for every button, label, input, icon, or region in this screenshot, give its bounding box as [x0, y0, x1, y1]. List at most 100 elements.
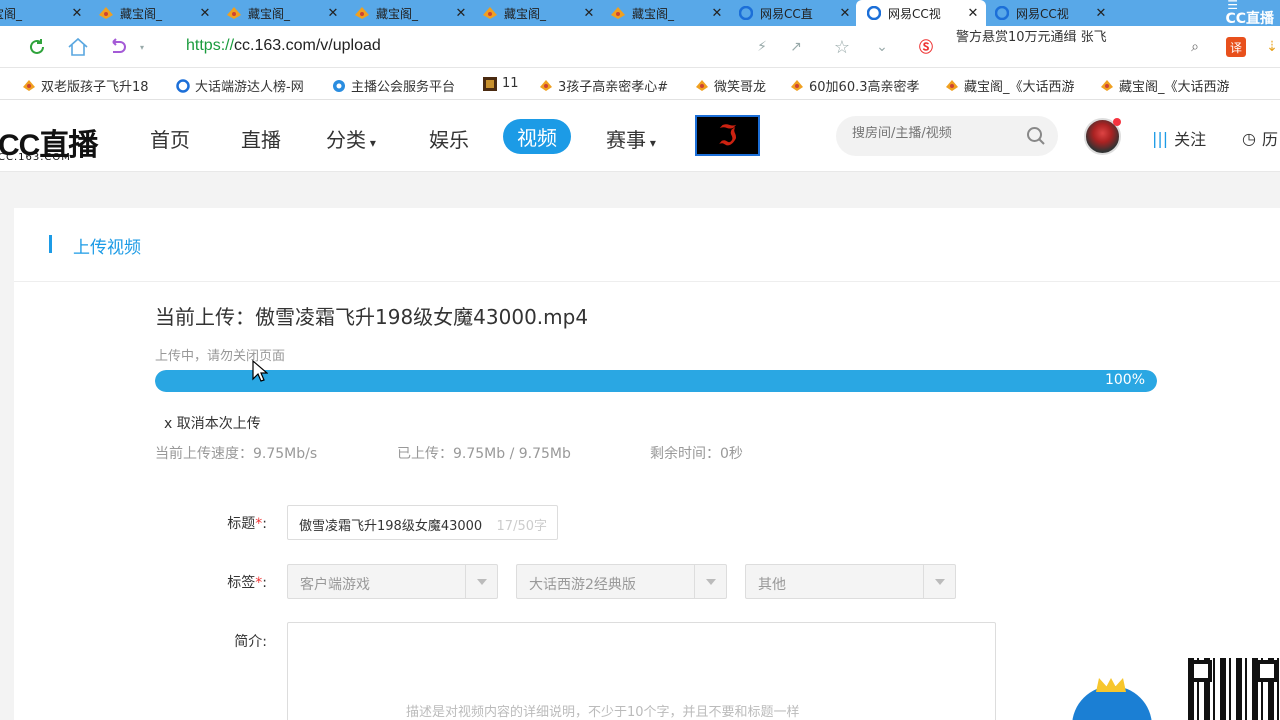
search-box[interactable]: [836, 116, 1058, 156]
nav-video[interactable]: 视频: [503, 119, 571, 154]
sogou-icon[interactable]: Ⓢ: [916, 37, 936, 57]
chevron-down-icon[interactable]: ⌄: [872, 37, 892, 57]
browser-tab[interactable]: 藏宝阁_ ✕: [216, 0, 346, 26]
treasure-icon: [1100, 79, 1114, 93]
cc-icon: [738, 6, 754, 20]
bookmark-item[interactable]: 藏宝阁_《大话西游: [945, 76, 1075, 95]
tags-label-text: 标签: [227, 575, 256, 591]
browser-tab[interactable]: 藏宝阁_ ✕: [88, 0, 218, 26]
upload-card-header: 上传视频: [14, 208, 1280, 282]
browser-tab[interactable]: 网易CC视 ✕: [984, 0, 1114, 26]
upload-progress-fill: [155, 370, 1157, 392]
site-header: CC直播 CC.163.COM 首页 直播 分类 ▾ 娱乐 视频 赛事 ▾ ℑ …: [0, 100, 1280, 172]
browser-tab-strip: 网易CC视 ✕ 网易CC视 ✕ 网易CC直 ✕ 藏宝阁_ ✕ 藏宝阁_ ✕ 藏宝阁_ ✕ 藏宝阁_ ✕ 藏宝…: [0, 0, 1280, 26]
qr-code-icon[interactable]: [1188, 658, 1280, 720]
star-icon[interactable]: ☆: [832, 37, 852, 58]
treasure-icon: [226, 6, 242, 20]
url-path: cc.163.com/v/upload: [234, 37, 381, 54]
close-tab-icon[interactable]: ✕: [1094, 6, 1108, 21]
close-tab-icon[interactable]: ✕: [198, 6, 212, 21]
browser-tab-title: 藏宝阁_: [632, 6, 675, 21]
browser-tab-title: 藏宝阁_: [504, 6, 547, 21]
url-field[interactable]: https://cc.163.com/v/upload: [186, 37, 381, 55]
close-tab-icon[interactable]: ✕: [710, 6, 724, 21]
bookmark-item[interactable]: 60加60.3高亲密孝: [790, 76, 920, 95]
close-tab-icon[interactable]: ✕: [838, 6, 852, 21]
bookmark-label: 3孩子高亲密孝心#: [558, 80, 669, 95]
title-field-label: 标题*:: [227, 516, 267, 532]
undo-icon[interactable]: [107, 36, 129, 58]
treasure-icon: [945, 79, 959, 93]
upload-speed: 当前上传速度：9.75Mb/s: [155, 446, 318, 462]
close-tab-icon[interactable]: ✕: [326, 6, 340, 21]
cc-icon: [176, 78, 190, 93]
browser-tab[interactable]: 网易CC视 ✕: [856, 0, 986, 26]
browser-tab[interactable]: 藏宝阁_ ✕: [472, 0, 602, 26]
close-tab-icon[interactable]: ✕: [966, 6, 980, 21]
intro-textarea[interactable]: 描述是对视频内容的详细说明，不少于10个字，并且不要和标题一样: [287, 622, 996, 720]
dropdown-arrow-icon: [694, 565, 726, 598]
bookmark-item[interactable]: 大话端游达人榜-网: [176, 76, 304, 95]
bookmark-item[interactable]: 3孩子高亲密孝心#: [539, 76, 668, 95]
qr-corner: [1256, 660, 1278, 682]
bookmark-item[interactable]: 11: [483, 76, 519, 91]
news-ticker[interactable]: 警方悬赏10万元通缉 张飞: [956, 26, 1107, 45]
nav-live[interactable]: 直播: [241, 124, 281, 153]
browser-tab[interactable]: 藏宝阁_ ✕: [600, 0, 730, 26]
bookmark-label: 双老版孩子飞升18: [41, 80, 149, 95]
close-tab-icon[interactable]: ✕: [582, 6, 596, 21]
browser-tab[interactable]: 网易CC直 ✕: [728, 0, 858, 26]
search-icon[interactable]: ⌕: [1185, 37, 1205, 57]
required-mark: *: [255, 575, 263, 591]
intro-field-label: 简介:: [234, 634, 267, 650]
title-input[interactable]: 傲雪凌霜飞升198级女魔43000.mp4 17/50字: [287, 505, 558, 540]
close-tab-icon[interactable]: ✕: [454, 6, 468, 21]
cc-brand-label: CC直播: [1225, 11, 1274, 26]
nav-events[interactable]: 赛事 ▾: [606, 124, 656, 153]
dropdown-arrow-icon: [923, 565, 955, 598]
search-input[interactable]: [852, 126, 1022, 141]
avatar[interactable]: [1084, 118, 1121, 155]
title-label-text: 标题: [227, 516, 256, 532]
translate-icon[interactable]: 译: [1226, 37, 1246, 57]
nav-entertainment[interactable]: 娱乐: [429, 124, 469, 153]
close-tab-icon[interactable]: ✕: [70, 6, 84, 21]
bookmark-item[interactable]: 主播公会服务平台: [332, 76, 455, 95]
tags-field-label: 标签*:: [227, 575, 267, 591]
bookmark-item[interactable]: 双老版孩子飞升18: [22, 76, 149, 95]
cancel-upload-button[interactable]: x 取消本次上传: [164, 413, 261, 433]
treasure-icon: [539, 79, 553, 93]
undo-dropdown-icon[interactable]: ▾: [132, 37, 152, 57]
history-link[interactable]: ◷ 历: [1242, 126, 1278, 150]
home-icon[interactable]: [67, 36, 89, 58]
browser-tab[interactable]: 宝阁_ ✕: [0, 0, 90, 26]
bookmark-item[interactable]: 藏宝阁_《大话西游: [1100, 76, 1230, 95]
broadcast-icon: [332, 79, 346, 93]
lightning-icon[interactable]: ⚡: [752, 37, 772, 57]
tag-select-category[interactable]: 客户端游戏: [287, 564, 498, 599]
nav-category-label: 分类: [326, 128, 366, 152]
follow-link[interactable]: ||| 关注: [1152, 126, 1206, 150]
download-icon[interactable]: ⇣: [1262, 37, 1280, 57]
tag-select-value: 其他: [758, 577, 786, 593]
current-upload-file: 当前上传：傲雪凌霜飞升198级女魔43000.mp4: [155, 305, 589, 329]
tag-select-other[interactable]: 其他: [745, 564, 956, 599]
url-scheme: https://: [186, 37, 235, 54]
search-icon[interactable]: [1026, 126, 1046, 150]
promo-banner[interactable]: ℑ: [695, 115, 760, 156]
qr-corner: [1190, 660, 1212, 682]
game-icon: [483, 76, 497, 91]
browser-tab-title: 藏宝阁_: [120, 6, 163, 21]
tag-select-game[interactable]: 大话西游2经典版: [516, 564, 727, 599]
nav-category[interactable]: 分类 ▾: [326, 124, 376, 153]
bookmark-label: 60加60.3高亲密孝: [809, 80, 920, 95]
refresh-icon[interactable]: [26, 36, 48, 58]
bookmark-item[interactable]: 微笑哥龙: [695, 76, 766, 95]
upload-card: 上传视频 当前上传：傲雪凌霜飞升198级女魔43000.mp4 上传中，请勿关闭…: [14, 208, 1280, 720]
browser-tab[interactable]: 藏宝阁_ ✕: [344, 0, 474, 26]
nav-home[interactable]: 首页: [150, 124, 190, 153]
nav-events-label: 赛事: [606, 128, 646, 152]
share-icon[interactable]: ↗: [786, 37, 806, 57]
treasure-icon: [98, 6, 114, 20]
section-title: 上传视频: [73, 238, 141, 258]
